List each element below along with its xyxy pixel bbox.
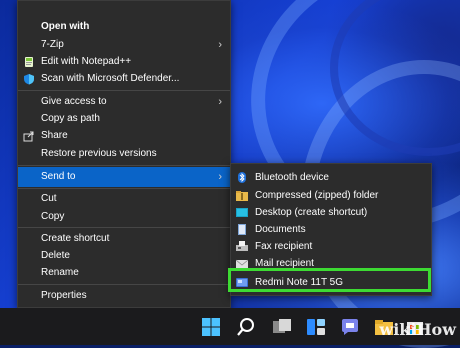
send-to-item-bluetooth[interactable]: Bluetooth device bbox=[231, 169, 431, 186]
menu-separator bbox=[18, 227, 230, 228]
teams-chat-icon[interactable] bbox=[340, 317, 360, 337]
menu-item-send-to[interactable]: Send to › bbox=[18, 167, 230, 187]
context-menu: Open with 7-Zip › Edit with Notepad++ Sc… bbox=[17, 0, 231, 308]
send-to-item-label: Fax recipient bbox=[255, 241, 313, 252]
menu-item-label: Edit with Notepad++ bbox=[41, 56, 132, 67]
menu-item-label: Give access to bbox=[41, 96, 107, 107]
windows-start-icon[interactable] bbox=[201, 317, 221, 337]
menu-item-label: 7-Zip bbox=[41, 39, 64, 50]
menu-item-restore-versions[interactable]: Restore previous versions bbox=[18, 144, 230, 164]
wikihow-watermark: wikiHow bbox=[379, 320, 456, 339]
send-to-item-label: Bluetooth device bbox=[255, 172, 329, 183]
notepad-plus-plus-icon bbox=[25, 57, 33, 67]
menu-separator bbox=[18, 284, 230, 285]
zip-folder-icon bbox=[236, 191, 248, 201]
menu-item-share[interactable]: Share bbox=[18, 126, 230, 146]
defender-shield-icon bbox=[24, 74, 34, 85]
menu-item-label: Delete bbox=[41, 250, 70, 261]
menu-item-label: Open with bbox=[41, 21, 90, 32]
menu-item-label: Cut bbox=[41, 193, 57, 204]
send-to-item-documents[interactable]: Documents bbox=[231, 221, 431, 238]
send-to-item-desktop[interactable]: Desktop (create shortcut) bbox=[231, 204, 431, 221]
highlight-box bbox=[228, 268, 431, 292]
menu-item-label: Scan with Microsoft Defender... bbox=[41, 73, 180, 84]
menu-item-label: Copy bbox=[41, 211, 65, 222]
menu-separator bbox=[18, 90, 230, 91]
menu-item-properties[interactable]: Properties bbox=[18, 286, 230, 306]
menu-item-copy[interactable]: Copy bbox=[18, 207, 230, 227]
send-to-item-label: Documents bbox=[255, 224, 306, 235]
widgets-icon[interactable] bbox=[306, 317, 326, 337]
chevron-right-icon: › bbox=[218, 171, 222, 183]
menu-item-cut[interactable]: Cut bbox=[18, 189, 230, 209]
send-to-item-label: Compressed (zipped) folder bbox=[255, 190, 379, 201]
task-view-icon[interactable] bbox=[272, 317, 292, 337]
fax-icon bbox=[236, 241, 248, 251]
menu-item-label: Copy as path bbox=[41, 113, 100, 124]
menu-item-label: Share bbox=[41, 130, 68, 141]
menu-item-label: Properties bbox=[41, 290, 87, 301]
menu-item-scan-defender[interactable]: Scan with Microsoft Defender... bbox=[18, 69, 230, 89]
bluetooth-icon bbox=[238, 172, 246, 183]
menu-item-open-with[interactable]: Open with bbox=[18, 17, 230, 37]
send-to-item-label: Desktop (create shortcut) bbox=[255, 207, 368, 218]
menu-item-label: Send to bbox=[41, 171, 76, 182]
menu-item-label: Create shortcut bbox=[41, 233, 110, 244]
send-to-item-zip[interactable]: Compressed (zipped) folder bbox=[231, 187, 431, 204]
menu-item-label: Rename bbox=[41, 267, 79, 278]
send-to-item-fax[interactable]: Fax recipient bbox=[231, 238, 431, 255]
share-icon bbox=[23, 131, 34, 142]
menu-item-label: Restore previous versions bbox=[41, 148, 157, 159]
menu-item-rename[interactable]: Rename bbox=[18, 263, 230, 283]
search-icon[interactable] bbox=[236, 317, 256, 337]
desktop-icon bbox=[236, 208, 248, 217]
menu-separator bbox=[18, 165, 230, 166]
documents-icon bbox=[238, 224, 246, 235]
